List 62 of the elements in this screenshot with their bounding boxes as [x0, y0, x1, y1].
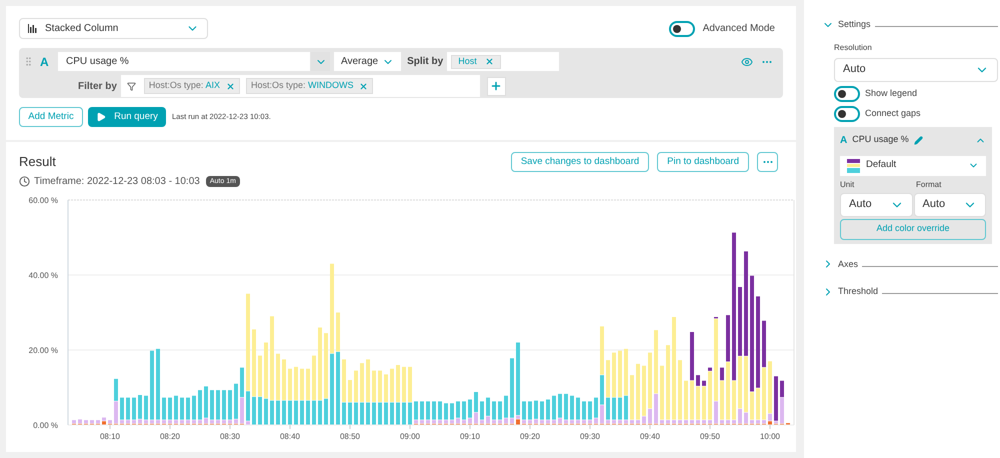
section-title: Threshold	[838, 285, 878, 298]
x-axis-label: 08:40	[280, 432, 300, 440]
visualization-select[interactable]: Stacked Column	[19, 18, 208, 39]
metric-select[interactable]: CPU usage %	[58, 52, 330, 71]
field-label: Unit	[840, 178, 856, 190]
remove-icon[interactable]	[359, 82, 368, 90]
format-select[interactable]: Auto	[914, 192, 986, 216]
toggle-label: Advanced Mode	[702, 22, 775, 36]
remove-icon[interactable]	[484, 57, 494, 66]
plus-icon	[490, 80, 502, 92]
x-axis-label: 08:20	[160, 432, 180, 440]
y-axis-label: 0.00 %	[33, 420, 58, 430]
bar-chart-icon	[28, 24, 37, 33]
x-axis-label: 08:30	[220, 432, 240, 440]
x-axis-label: 09:30	[580, 432, 600, 440]
x-axis-label: 09:50	[700, 432, 720, 440]
field-label: Resolution	[834, 42, 873, 54]
section-header[interactable]: Threshold	[822, 285, 998, 298]
y-axis-label: 40.00 %	[28, 270, 58, 280]
split-by-label: Split by	[407, 55, 444, 69]
clock-icon	[19, 176, 30, 186]
toggle-switch[interactable]	[834, 86, 860, 102]
section-title: Settings	[838, 18, 871, 31]
metric-name: CPU usage %	[852, 133, 909, 146]
filter-by-label: Filter by	[78, 80, 117, 94]
section-header[interactable]: Settings	[822, 18, 998, 32]
section-header[interactable]: Axes	[822, 258, 998, 271]
filter-field[interactable]: Host:Os type: AIX Host:Os type: WINDOWS	[120, 75, 480, 97]
drag-handle-icon[interactable]	[23, 56, 34, 67]
x-axis-label: 08:50	[340, 432, 360, 440]
palette-select[interactable]: Default	[840, 156, 986, 176]
palette-swatch-icon	[847, 158, 860, 172]
remove-icon[interactable]	[226, 82, 235, 90]
section-title: Axes	[838, 258, 858, 270]
x-axis-label: 08:10	[100, 432, 120, 440]
x-axis-label: 09:00	[400, 432, 420, 440]
y-axis-label: 60.00 %	[28, 196, 58, 204]
toggle-label: Connect gaps	[865, 106, 921, 120]
play-icon	[96, 112, 106, 122]
y-axis-label: 20.00 %	[28, 346, 58, 354]
eye-icon[interactable]	[741, 56, 753, 68]
pencil-icon[interactable]	[914, 136, 923, 144]
add-filter-button[interactable]	[486, 76, 506, 96]
filter-chip[interactable]: Host:Os type: AIX	[144, 78, 240, 94]
x-axis-label: 09:40	[640, 432, 660, 440]
more-button[interactable]	[757, 152, 778, 172]
x-axis-label: 10:00	[760, 432, 780, 440]
query-letter: A	[840, 134, 848, 148]
result-title: Result	[19, 153, 57, 171]
filter-chip[interactable]: Host:Os type: WINDOWS	[246, 78, 374, 94]
toggle-switch[interactable]	[668, 20, 695, 36]
field-label: Format	[916, 178, 942, 190]
x-axis-label: 09:20	[520, 432, 540, 440]
aggregation-select[interactable]: Average	[334, 52, 402, 71]
timeframe-text: Timeframe: 2022-12-23 08:03 - 10:03	[34, 174, 200, 188]
query-letter: A	[40, 54, 50, 70]
toggle-switch[interactable]	[834, 106, 860, 122]
x-axis-label: 09:10	[460, 432, 480, 440]
toggle-label: Show legend	[865, 86, 918, 100]
resolution-select[interactable]: Auto	[834, 58, 998, 82]
unit-select[interactable]: Auto	[840, 192, 912, 216]
filter-icon	[126, 82, 136, 90]
